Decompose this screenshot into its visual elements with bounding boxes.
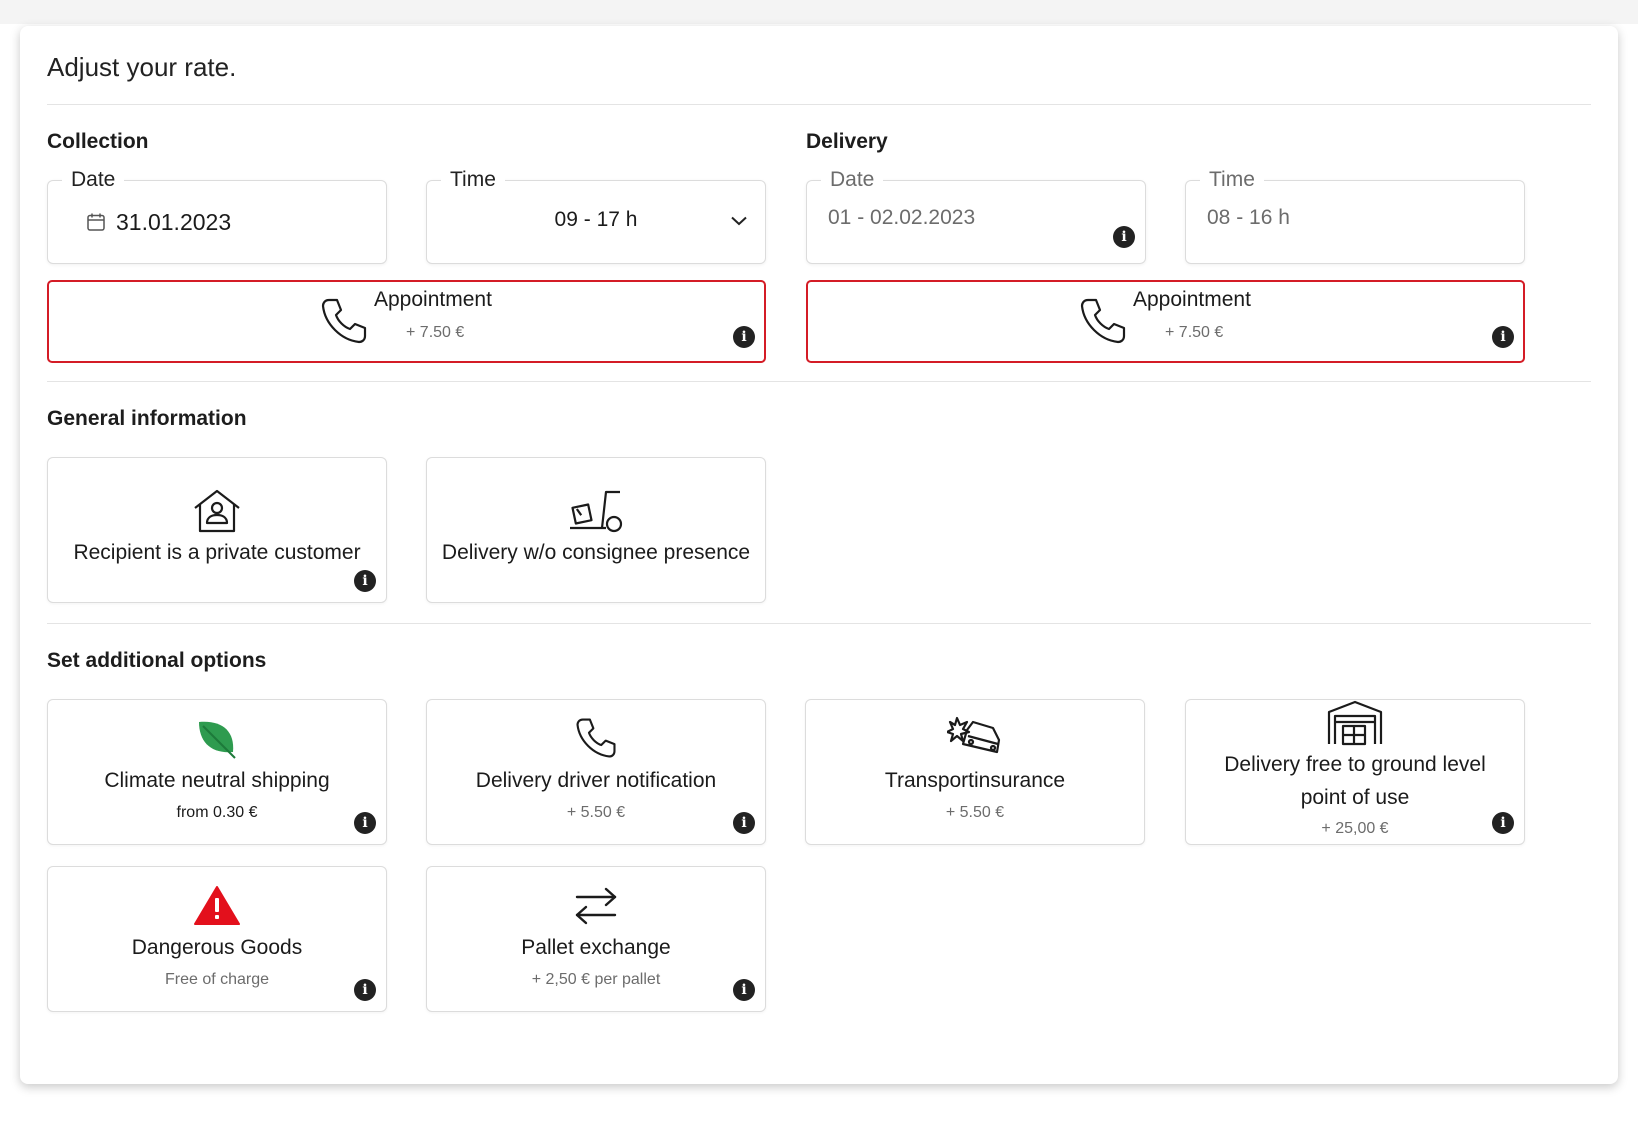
private-customer-label: Recipient is a private customer <box>73 541 361 564</box>
general-info-title: General information <box>47 407 247 430</box>
delivery-date-field: Date 01 - 02.02.2023 i <box>806 165 1146 264</box>
collection-date-value: 31.01.2023 <box>116 209 232 235</box>
divider <box>47 104 1591 105</box>
climate-neutral-label: Climate neutral shipping <box>104 769 330 792</box>
climate-neutral-card[interactable]: Climate neutral shipping from 0.30 € i <box>47 699 387 845</box>
delivery-time-field: Time 08 - 16 h <box>1185 165 1525 264</box>
divider <box>47 381 1591 382</box>
collection-appointment-price: + 7.50 € <box>406 324 465 341</box>
dangerous-goods-card[interactable]: Dangerous Goods Free of charge i <box>47 866 387 1012</box>
private-customer-card[interactable]: Recipient is a private customer i <box>47 457 387 603</box>
info-icon[interactable]: i <box>354 570 376 592</box>
leaf-icon <box>199 721 236 759</box>
divider <box>47 623 1591 624</box>
transport-insurance-card[interactable]: Transportinsurance + 5.50 € <box>805 699 1145 845</box>
no-consignee-card[interactable]: Delivery w/o consignee presence <box>426 457 766 603</box>
pallet-exchange-card[interactable]: Pallet exchange + 2,50 € per pallet i <box>426 866 766 1012</box>
adjust-rate-panel: Adjust your rate. Collection Date 31.01.… <box>20 26 1618 1084</box>
dangerous-goods-label: Dangerous Goods <box>131 936 303 959</box>
info-icon[interactable]: i <box>1492 326 1514 348</box>
delivery-time-legend: Time <box>1200 165 1264 195</box>
collection-date-legend: Date <box>62 165 125 195</box>
info-icon[interactable]: i <box>1113 226 1135 248</box>
climate-neutral-price: from 0.30 € <box>176 804 258 821</box>
car-crash-icon <box>947 716 1001 754</box>
info-icon[interactable]: i <box>733 812 755 834</box>
delivery-appointment-title: Appointment <box>1133 288 1251 311</box>
dangerous-goods-price: Free of charge <box>164 971 270 988</box>
pallet-exchange-price: + 2,50 € per pallet <box>531 971 661 988</box>
info-icon[interactable]: i <box>354 979 376 1001</box>
delivery-date-value: 01 - 02.02.2023 <box>828 206 976 229</box>
ground-level-label: Delivery free to ground level point of u… <box>1224 753 1486 809</box>
collection-time-select[interactable]: Time 09 - 17 h <box>426 165 766 264</box>
ground-level-price: + 25,00 € <box>1321 820 1389 837</box>
delivery-title: Delivery <box>806 130 888 153</box>
collection-time-legend: Time <box>441 165 505 195</box>
background-strip <box>0 0 1638 24</box>
phone-icon <box>576 718 616 758</box>
info-icon[interactable]: i <box>733 326 755 348</box>
transport-insurance-label: Transportinsurance <box>884 769 1066 792</box>
delivery-appointment-option[interactable]: Appointment + 7.50 € i <box>806 280 1525 363</box>
info-icon[interactable]: i <box>1492 812 1514 834</box>
garage-icon <box>1327 700 1383 746</box>
no-consignee-label: Delivery w/o consignee presence <box>441 541 751 564</box>
collection-title: Collection <box>47 130 149 153</box>
panel-title: Adjust your rate. <box>47 52 237 82</box>
swap-arrows-icon <box>575 887 617 925</box>
collection-appointment-option[interactable]: Appointment + 7.50 € i <box>47 280 766 363</box>
collection-appointment-title: Appointment <box>374 288 492 311</box>
driver-notification-card[interactable]: Delivery driver notification + 5.50 € i <box>426 699 766 845</box>
transport-insurance-price: + 5.50 € <box>945 804 1005 821</box>
delivery-time-value: 08 - 16 h <box>1207 206 1290 229</box>
delivery-date-legend: Date <box>821 165 884 195</box>
delivery-appointment-price: + 7.50 € <box>1165 324 1224 341</box>
hand-truck-icon <box>570 490 623 533</box>
info-icon[interactable]: i <box>733 979 755 1001</box>
collection-time-value: 09 - 17 h <box>554 208 638 231</box>
chevron-down-icon[interactable] <box>731 216 747 226</box>
driver-notification-label: Delivery driver notification <box>475 769 717 792</box>
pallet-exchange-label: Pallet exchange <box>521 936 671 959</box>
ground-level-card[interactable]: Delivery free to ground level point of u… <box>1185 699 1525 845</box>
additional-options-title: Set additional options <box>47 649 267 672</box>
driver-notification-price: + 5.50 € <box>566 804 626 821</box>
calendar-icon <box>87 213 105 231</box>
house-person-icon <box>194 489 240 533</box>
warning-icon <box>194 886 240 925</box>
phone-icon <box>1080 298 1126 344</box>
collection-date-field[interactable]: Date 31.01.2023 <box>47 165 387 264</box>
phone-icon <box>321 298 367 344</box>
info-icon[interactable]: i <box>354 812 376 834</box>
